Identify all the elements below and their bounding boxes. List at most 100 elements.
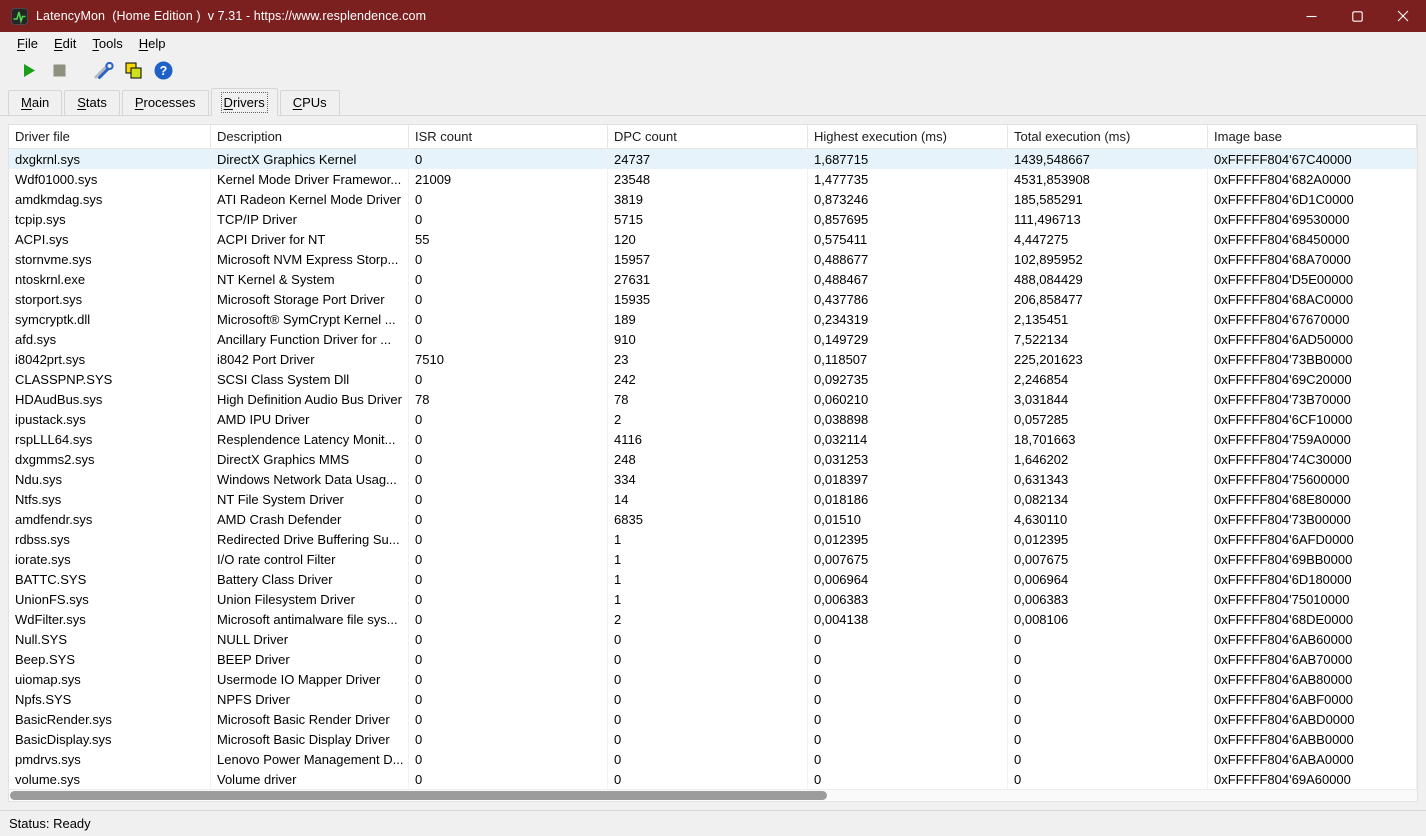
table-cell: DirectX Graphics MMS <box>211 449 409 469</box>
table-cell: 0 <box>409 509 608 529</box>
table-cell: 0xFFFFF804'69A60000 <box>1208 769 1417 789</box>
table-row[interactable]: i8042prt.sys i8042 Port Driver 7510 23 0,118… <box>9 349 1417 369</box>
table-cell: Volume driver <box>211 769 409 789</box>
table-row[interactable]: dxgmms2.sys DirectX Graphics MMS 0 248 0,031… <box>9 449 1417 469</box>
table-row[interactable]: Ndu.sys Windows Network Data Usag... 0 334 0… <box>9 469 1417 489</box>
tab-cpus[interactable]: CPUs <box>279 90 340 116</box>
column-header-total-execution-ms[interactable]: Total execution (ms) <box>1008 125 1208 148</box>
table-cell: 0xFFFFF804'68DE0000 <box>1208 609 1417 629</box>
table-row[interactable]: WdFilter.sys Microsoft antimalware file s… <box>9 609 1417 629</box>
table-cell: 0 <box>1008 729 1208 749</box>
table-row[interactable]: dxgkrnl.sys DirectX Graphics Kernel 0 24737… <box>9 149 1417 169</box>
table-cell: 0 <box>409 749 608 769</box>
help-button[interactable]: ? <box>148 57 178 83</box>
table-cell: SCSI Class System Dll <box>211 369 409 389</box>
menu-item-file[interactable]: File <box>9 34 46 53</box>
table-cell: Microsoft® SymCrypt Kernel ... <box>211 309 409 329</box>
table-cell: 0 <box>808 629 1008 649</box>
table-cell: 0 <box>808 749 1008 769</box>
table-cell: 2,135451 <box>1008 309 1208 329</box>
hscroll-thumb[interactable] <box>10 791 827 800</box>
driver-tools-button[interactable] <box>88 57 118 83</box>
copy-icon <box>125 62 141 78</box>
table-row[interactable]: ntoskrnl.exe NT Kernel & System 0 27631 0,48… <box>9 269 1417 289</box>
table-row[interactable]: BasicRender.sys Microsoft Basic Render Dr… <box>9 709 1417 729</box>
minimize-button[interactable] <box>1288 0 1334 32</box>
table-cell: 334 <box>608 469 808 489</box>
table-cell: stornvme.sys <box>9 249 211 269</box>
table-cell: 0 <box>409 629 608 649</box>
stop-monitor-button[interactable] <box>44 57 74 83</box>
start-monitor-button[interactable] <box>14 57 44 83</box>
table-row[interactable]: afd.sys Ancillary Function Driver for ...… <box>9 329 1417 349</box>
table-row[interactable]: amdfendr.sys AMD Crash Defender 0 6835 0,015… <box>9 509 1417 529</box>
table-row[interactable]: amdkmdag.sys ATI Radeon Kernel Mode Drive… <box>9 189 1417 209</box>
tab-drivers[interactable]: Drivers <box>210 88 278 116</box>
table-cell: 0 <box>409 329 608 349</box>
table-cell: 1 <box>608 549 808 569</box>
table-cell: 78 <box>608 389 808 409</box>
table-row[interactable]: BasicDisplay.sys Microsoft Basic Display … <box>9 729 1417 749</box>
tab-main[interactable]: Main <box>8 90 63 116</box>
table-row[interactable]: iorate.sys I/O rate control Filter 0 1 0,007… <box>9 549 1417 569</box>
table-cell: 0,149729 <box>808 329 1008 349</box>
table-cell: 0xFFFFF804'6AD50000 <box>1208 329 1417 349</box>
table-row[interactable]: CLASSPNP.SYS SCSI Class System Dll 0 242 0,0… <box>9 369 1417 389</box>
menu-item-tools[interactable]: Tools <box>84 34 130 53</box>
table-cell: 0,01510 <box>808 509 1008 529</box>
tab-processes[interactable]: Processes <box>121 90 209 116</box>
column-header-description[interactable]: Description <box>211 125 409 148</box>
table-cell: 0xFFFFF804'69530000 <box>1208 209 1417 229</box>
table-cell: uiomap.sys <box>9 669 211 689</box>
table-cell: 111,496713 <box>1008 209 1208 229</box>
table-row[interactable]: tcpip.sys TCP/IP Driver 0 5715 0,857695 111,4… <box>9 209 1417 229</box>
table-row[interactable]: volume.sys Volume driver 0 0 0 0 0xFFFFF804'69… <box>9 769 1417 789</box>
table-row[interactable]: symcryptk.dll Microsoft® SymCrypt Kernel … <box>9 309 1417 329</box>
table-row[interactable]: Npfs.SYS NPFS Driver 0 0 0 0 0xFFFFF804'6ABF00… <box>9 689 1417 709</box>
table-cell: 0,057285 <box>1008 409 1208 429</box>
table-cell: 0xFFFFF804'6AB60000 <box>1208 629 1417 649</box>
table-row[interactable]: Beep.SYS BEEP Driver 0 0 0 0 0xFFFFF804'6AB700… <box>9 649 1417 669</box>
table-cell: 0 <box>409 469 608 489</box>
copy-report-button[interactable] <box>118 57 148 83</box>
table-cell: BEEP Driver <box>211 649 409 669</box>
table-cell: Microsoft antimalware file sys... <box>211 609 409 629</box>
table-cell: 0 <box>409 529 608 549</box>
table-cell: pmdrvs.sys <box>9 749 211 769</box>
table-row[interactable]: stornvme.sys Microsoft NVM Express Storp.… <box>9 249 1417 269</box>
menu-item-edit[interactable]: Edit <box>46 34 84 53</box>
column-header-isr-count[interactable]: ISR count <box>409 125 608 148</box>
table-row[interactable]: ACPI.sys ACPI Driver for NT 55 120 0,575411 4… <box>9 229 1417 249</box>
table-cell: 1,477735 <box>808 169 1008 189</box>
menu-item-help[interactable]: Help <box>131 34 174 53</box>
table-cell: 24737 <box>608 149 808 169</box>
table-cell: 0,012395 <box>808 529 1008 549</box>
table-row[interactable]: Ntfs.sys NT File System Driver 0 14 0,018186… <box>9 489 1417 509</box>
table-cell: 0,118507 <box>808 349 1008 369</box>
table-row[interactable]: UnionFS.sys Union Filesystem Driver 0 1 0,00… <box>9 589 1417 609</box>
table-row[interactable]: ipustack.sys AMD IPU Driver 0 2 0,038898 0,05… <box>9 409 1417 429</box>
table-cell: i8042 Port Driver <box>211 349 409 369</box>
column-header-driver-file[interactable]: Driver file <box>9 125 211 148</box>
table-row[interactable]: HDAudBus.sys High Definition Audio Bus Dr… <box>9 389 1417 409</box>
table-cell: 0,060210 <box>808 389 1008 409</box>
close-button[interactable] <box>1380 0 1426 32</box>
table-row[interactable]: rdbss.sys Redirected Drive Buffering Su..… <box>9 529 1417 549</box>
table-row[interactable]: Null.SYS NULL Driver 0 0 0 0 0xFFFFF804'6AB600… <box>9 629 1417 649</box>
table-row[interactable]: uiomap.sys Usermode IO Mapper Driver 0 0 0 0 0… <box>9 669 1417 689</box>
tab-stats[interactable]: Stats <box>64 90 120 116</box>
column-header-dpc-count[interactable]: DPC count <box>608 125 808 148</box>
table-row[interactable]: Wdf01000.sys Kernel Mode Driver Framewor.… <box>9 169 1417 189</box>
horizontal-scrollbar[interactable] <box>9 789 1417 801</box>
column-header-highest-execution-ms[interactable]: Highest execution (ms) <box>808 125 1008 148</box>
table-cell: 185,585291 <box>1008 189 1208 209</box>
column-header-image-base[interactable]: Image base <box>1208 125 1417 148</box>
table-cell: 0,031253 <box>808 449 1008 469</box>
table-row[interactable]: storport.sys Microsoft Storage Port Drive… <box>9 289 1417 309</box>
table-row[interactable]: rspLLL64.sys Resplendence Latency Monit..… <box>9 429 1417 449</box>
table-row[interactable]: pmdrvs.sys Lenovo Power Management D... 0 0… <box>9 749 1417 769</box>
table-cell: 15957 <box>608 249 808 269</box>
table-row[interactable]: BATTC.SYS Battery Class Driver 0 1 0,006964 0… <box>9 569 1417 589</box>
maximize-button[interactable] <box>1334 0 1380 32</box>
table-cell: 0xFFFFF804'69BB0000 <box>1208 549 1417 569</box>
